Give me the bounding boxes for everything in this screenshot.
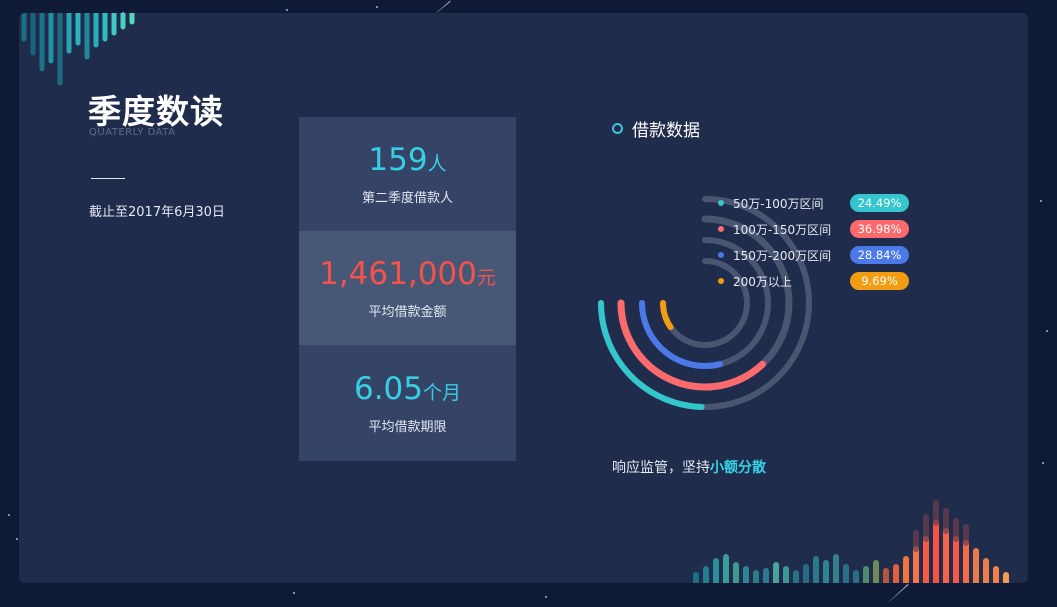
stat-value: 1,461,000元 <box>319 256 496 296</box>
legend-percent-badge: 9.69% <box>850 272 909 290</box>
legend-item: 150万-200万区间 28.84% <box>716 242 916 268</box>
page-subtitle: QUATERLY DATA <box>89 127 176 138</box>
stat-label: 平均借款金额 <box>368 305 447 320</box>
legend-percent-badge: 36.98% <box>850 220 909 238</box>
star <box>286 9 288 11</box>
stat-label: 第二季度借款人 <box>361 191 453 206</box>
star <box>545 596 547 598</box>
stat-average-term: 6.05个月 平均借款期限 <box>299 345 516 461</box>
legend-item: 50万-100万区间 24.49% <box>716 190 916 216</box>
loan-data-title: 借款数据 <box>612 116 700 141</box>
legend-percent-badge: 28.84% <box>850 246 909 264</box>
stat-number: 1,461,000 <box>319 256 477 292</box>
stat-number: 6.05 <box>353 371 423 407</box>
loan-legend: 50万-100万区间 24.49% 100万-150万区间 36.98% 150万-20… <box>716 190 916 294</box>
bottom-bars-decoration <box>693 500 1009 583</box>
stat-unit: 元 <box>476 267 496 289</box>
stat-borrowers: 159人 第二季度借款人 <box>299 117 516 231</box>
legend-item: 100万-150万区间 36.98% <box>716 216 916 242</box>
star <box>1042 462 1044 464</box>
legend-dot <box>718 278 724 284</box>
star <box>1040 200 1042 202</box>
stats-column: 159人 第二季度借款人 1,461,000元 平均借款金额 6.05个月 平均… <box>299 117 516 461</box>
legend-label: 200万以上 <box>733 274 792 289</box>
star <box>16 538 18 540</box>
legend-dot <box>718 252 724 258</box>
legend-item: 200万以上 9.69% <box>716 268 916 294</box>
shooting-star <box>885 584 909 605</box>
stat-average-amount: 1,461,000元 平均借款金额 <box>299 231 516 345</box>
stat-number: 159 <box>368 142 428 178</box>
legend-percent-badge: 24.49% <box>850 194 909 212</box>
stat-value: 6.05个月 <box>354 371 461 411</box>
legend-label: 100万-150万区间 <box>733 222 832 237</box>
stat-unit: 个月 <box>423 382 462 404</box>
star <box>1046 330 1048 332</box>
star <box>8 514 10 516</box>
legend-label: 150万-200万区间 <box>733 248 832 263</box>
legend-label: 50万-100万区间 <box>733 196 824 211</box>
stat-label: 平均借款期限 <box>368 420 447 435</box>
star <box>376 6 378 8</box>
ring-icon <box>612 123 623 134</box>
ring-arc <box>598 300 705 410</box>
star <box>293 592 295 594</box>
page-title: 季度数读 <box>88 92 224 131</box>
ring-arc <box>660 300 674 331</box>
legend-dot <box>718 200 724 206</box>
quarterly-data-card: 季度数读 QUATERLY DATA 截止至2017年6月30日 159人 第二… <box>19 13 1028 583</box>
slogan-text: 响应监管，坚持 <box>612 460 710 476</box>
divider <box>91 178 125 179</box>
legend-dot <box>718 226 724 232</box>
stat-value: 159人 <box>368 142 446 182</box>
date-note: 截止至2017年6月30日 <box>89 205 225 220</box>
slogan-highlight: 小额分散 <box>710 460 766 476</box>
stat-unit: 人 <box>427 153 447 175</box>
loan-data-title-text: 借款数据 <box>632 121 700 141</box>
slogan: 响应监管，坚持小额分散 <box>612 457 766 477</box>
